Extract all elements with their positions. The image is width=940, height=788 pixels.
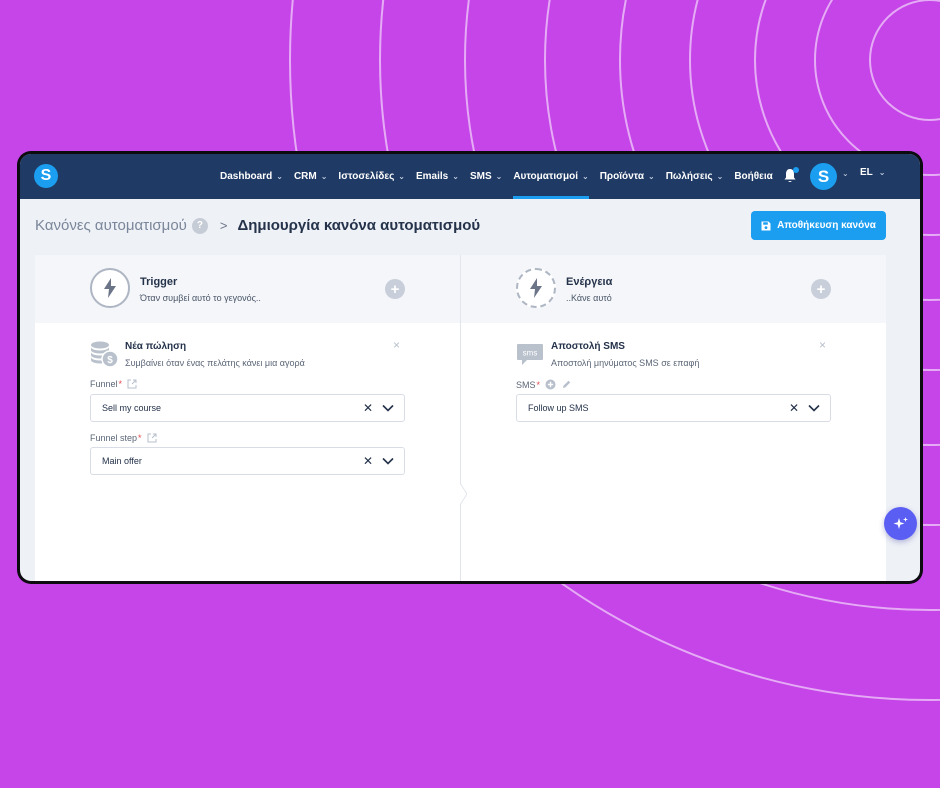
funnel-step-select[interactable]: Main offer ✕ — [90, 447, 405, 475]
rule-builder: Trigger Όταν συμβεί αυτό το γεγονός.. + … — [35, 255, 886, 581]
required-marker: * — [118, 379, 123, 389]
funnel-label-text: Funnel — [90, 379, 118, 389]
chevron-down-icon: ⌄ — [495, 172, 503, 181]
nav-item-label: CRM — [293, 171, 317, 182]
chevron-down-icon: ⌄ — [716, 172, 724, 181]
breadcrumb-separator-icon: > — [219, 218, 228, 233]
nav-item[interactable]: Αυτοματισμοί ⌄ — [513, 154, 590, 199]
nav-item-label: Dashboard — [220, 171, 273, 182]
add-action-button[interactable]: + — [811, 279, 831, 299]
funnel-select-value: Sell my course — [102, 403, 162, 413]
chevron-down-icon[interactable] — [382, 404, 394, 412]
chevron-down-icon: ⌄ — [648, 172, 655, 181]
funnel-step-label-text: Funnel step — [90, 433, 138, 443]
brand-logo[interactable]: S — [34, 164, 58, 188]
trigger-card-subtitle: Συμβαίνει όταν ένας πελάτης κάνει μια αγ… — [125, 358, 305, 368]
nav-item[interactable]: CRM ⌄ — [294, 154, 327, 199]
chevron-down-icon: ⌄ — [320, 172, 328, 181]
nav-item-label: Emails — [415, 171, 449, 182]
funnel-select[interactable]: Sell my course ✕ — [90, 394, 405, 422]
external-link-icon[interactable] — [147, 433, 157, 443]
top-navigation: S Dashboard ⌄ CRM ⌄ Ιστοσελίδες ⌄ Emails ⌄ SMS ⌄ Α… — [20, 154, 920, 199]
trigger-subtitle: Όταν συμβεί αυτό το γεγονός.. — [140, 293, 261, 303]
nav-item-label: Πωλήσεις — [665, 171, 713, 182]
nav-item[interactable]: SMS ⌄ — [470, 154, 502, 199]
sms-field-label: SMS * — [516, 379, 572, 390]
remove-action-close-icon[interactable]: × — [819, 338, 826, 352]
language-selector[interactable]: EL ⌄ — [860, 167, 885, 178]
chevron-down-icon[interactable]: ⌄ — [842, 169, 849, 178]
chevron-down-icon[interactable] — [382, 457, 394, 465]
required-marker: * — [536, 379, 541, 390]
sms-icon-text: sms — [523, 349, 538, 358]
language-label: EL — [860, 167, 873, 178]
funnel-step-field-label: Funnel step * — [90, 433, 157, 443]
help-icon[interactable]: ? — [191, 217, 208, 234]
action-card-subtitle: Αποστολή μηνύματος SMS σε επαφή — [551, 358, 700, 368]
nav-item-label: Ιστοσελίδες — [338, 171, 395, 182]
chevron-down-icon: ⌄ — [398, 172, 405, 181]
nav-item-label: SMS — [469, 171, 492, 182]
column-divider — [460, 255, 461, 581]
action-card-title: Αποστολή SMS — [551, 341, 625, 352]
app-window-frame: S Dashboard ⌄ CRM ⌄ Ιστοσελίδες ⌄ Emails ⌄ SMS ⌄ Α… — [17, 151, 923, 584]
clear-selection-icon[interactable]: ✕ — [789, 401, 799, 415]
external-link-icon[interactable] — [127, 379, 137, 389]
trigger-card-title: Νέα πώληση — [125, 341, 187, 352]
chevron-down-icon: ⌄ — [582, 172, 589, 181]
clear-selection-icon[interactable]: ✕ — [363, 454, 373, 468]
sms-label-text: SMS — [516, 379, 536, 390]
app-screen: S Dashboard ⌄ CRM ⌄ Ιστοσελίδες ⌄ Emails ⌄ SMS ⌄ Α… — [20, 154, 920, 581]
remove-trigger-close-icon[interactable]: × — [393, 338, 400, 352]
user-avatar[interactable]: S — [810, 163, 837, 190]
sms-select[interactable]: Follow up SMS ✕ — [516, 394, 831, 422]
nav-item[interactable]: Πωλήσεις ⌄ — [666, 154, 724, 199]
funnel-step-select-value: Main offer — [102, 456, 142, 466]
chevron-down-icon: ⌄ — [878, 168, 886, 177]
trigger-title: Trigger — [140, 276, 178, 288]
nav-item-label: Προϊόντα — [599, 171, 644, 182]
save-rule-label: Αποθήκευση κανόνα — [777, 220, 876, 231]
nav-item[interactable]: Ιστοσελίδες ⌄ — [338, 154, 405, 199]
svg-text:$: $ — [107, 355, 113, 366]
nav-item[interactable]: Dashboard ⌄ — [220, 154, 283, 199]
sms-select-value: Follow up SMS — [528, 403, 589, 413]
chevron-down-icon[interactable] — [808, 404, 820, 412]
chevron-down-icon: ⌄ — [452, 172, 459, 181]
required-marker: * — [138, 433, 142, 443]
nav-item-label: Αυτοματισμοί — [513, 171, 578, 182]
sms-bubble-icon: sms — [517, 344, 543, 365]
flow-arrow-notch — [459, 483, 467, 505]
nav-item-label: Βοήθεια — [734, 171, 773, 182]
clear-selection-icon[interactable]: ✕ — [363, 401, 373, 415]
nav-item[interactable]: Emails ⌄ — [416, 154, 459, 199]
main-menu: Dashboard ⌄ CRM ⌄ Ιστοσελίδες ⌄ Emails ⌄ SMS ⌄ Αυτ… — [220, 154, 784, 199]
nav-item[interactable]: Βοήθεια — [734, 154, 773, 199]
save-rule-button[interactable]: Αποθήκευση κανόνα — [751, 211, 886, 240]
sparkles-icon — [893, 516, 908, 529]
page-title: Δημιουργία κανόνα αυτοματισμού — [237, 217, 481, 234]
action-subtitle: ..Κάνε αυτό — [566, 293, 612, 303]
breadcrumb-root-link[interactable]: Κανόνες αυτοματισμού — [35, 217, 187, 234]
coins-dollar-icon: $ — [91, 341, 119, 368]
lightning-icon — [90, 268, 130, 308]
save-disk-icon — [761, 221, 771, 230]
add-circle-icon[interactable] — [545, 379, 556, 390]
action-title: Ενέργεια — [566, 276, 613, 288]
pencil-edit-icon[interactable] — [561, 379, 572, 390]
ai-assistant-button[interactable] — [884, 507, 917, 540]
lightning-action-icon — [516, 268, 556, 308]
notification-dot — [793, 167, 799, 173]
chevron-down-icon: ⌄ — [276, 172, 283, 181]
add-trigger-button[interactable]: + — [385, 279, 405, 299]
funnel-field-label: Funnel * — [90, 379, 137, 389]
nav-item[interactable]: Προϊόντα ⌄ — [600, 154, 655, 199]
breadcrumb: Κανόνες αυτοματισμού ? > Δημιουργία κανό… — [35, 217, 480, 234]
